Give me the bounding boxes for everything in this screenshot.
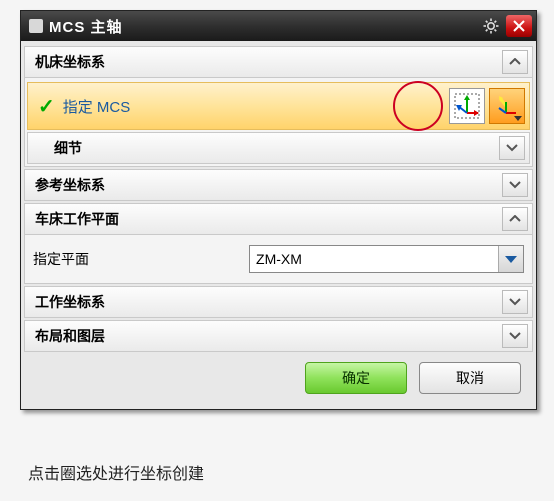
section-layout-layer[interactable]: 布局和图层 bbox=[24, 320, 533, 352]
section-work-cs[interactable]: 工作坐标系 bbox=[24, 286, 533, 318]
settings-button[interactable] bbox=[478, 15, 504, 37]
specify-plane-label: 指定平面 bbox=[33, 249, 249, 269]
section-ref-cs[interactable]: 参考坐标系 bbox=[24, 169, 533, 201]
csys-dialog-button[interactable] bbox=[449, 88, 485, 124]
chevron-down-icon bbox=[502, 290, 528, 314]
section-label: 细节 bbox=[54, 138, 499, 158]
ok-button-label: 确定 bbox=[342, 368, 370, 388]
chevron-down-icon bbox=[514, 116, 522, 121]
csys-dropdown-button[interactable] bbox=[489, 88, 525, 124]
plane-select[interactable]: ZM-XM bbox=[249, 245, 524, 273]
chevron-down-icon bbox=[498, 246, 523, 272]
specify-mcs-label: 指定 MCS bbox=[63, 96, 445, 117]
chevron-up-icon bbox=[502, 207, 528, 231]
plane-select-value: ZM-XM bbox=[256, 251, 302, 267]
section-label: 布局和图层 bbox=[35, 326, 502, 346]
close-button[interactable] bbox=[506, 15, 532, 37]
section-label: 车床工作平面 bbox=[35, 209, 502, 229]
specify-plane-row: 指定平面 ZM-XM bbox=[24, 235, 533, 284]
chevron-down-icon bbox=[502, 173, 528, 197]
check-icon: ✓ bbox=[38, 94, 55, 119]
section-machine-cs[interactable]: 机床坐标系 bbox=[24, 46, 533, 78]
mcs-dialog: MCS 主轴 机床坐标系 ✓ 指定 MCS bbox=[20, 10, 537, 410]
chevron-down-icon bbox=[502, 324, 528, 348]
cancel-button-label: 取消 bbox=[456, 368, 484, 388]
section-details[interactable]: 细节 bbox=[27, 132, 530, 164]
section-label: 机床坐标系 bbox=[35, 52, 502, 72]
chevron-up-icon bbox=[502, 50, 528, 74]
dialog-title: MCS 主轴 bbox=[49, 16, 476, 37]
caption-text: 点击圈选处进行坐标创建 bbox=[28, 460, 204, 484]
dialog-body: 机床坐标系 ✓ 指定 MCS bbox=[21, 41, 536, 409]
section-label: 参考坐标系 bbox=[35, 175, 502, 195]
titlebar: MCS 主轴 bbox=[21, 11, 536, 41]
button-row: 确定 取消 bbox=[24, 352, 533, 406]
ok-button[interactable]: 确定 bbox=[305, 362, 407, 394]
machine-cs-content: ✓ 指定 MCS bbox=[24, 78, 533, 167]
app-icon bbox=[29, 19, 43, 33]
cancel-button[interactable]: 取消 bbox=[419, 362, 521, 394]
specify-mcs-row: ✓ 指定 MCS bbox=[27, 82, 530, 130]
chevron-down-icon bbox=[499, 136, 525, 160]
section-label: 工作坐标系 bbox=[35, 292, 502, 312]
section-lathe-plane[interactable]: 车床工作平面 bbox=[24, 203, 533, 235]
